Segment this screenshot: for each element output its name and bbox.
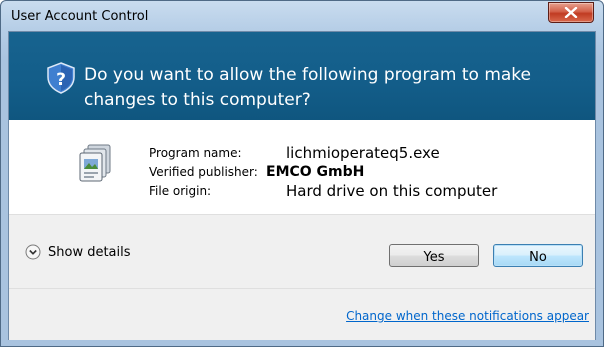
dialog-content: ? Do you want to allow the following pro… <box>8 31 596 340</box>
program-name-label: Program name: <box>149 146 242 160</box>
show-details-label: Show details <box>48 245 131 260</box>
footer: Change when these notifications appear <box>9 288 595 340</box>
window-title: User Account Control <box>11 9 149 24</box>
consent-question: Do you want to allow the following progr… <box>84 65 531 110</box>
no-button[interactable]: No <box>493 244 583 267</box>
file-origin-label: File origin: <box>149 184 212 198</box>
show-details-toggle[interactable]: Show details <box>25 244 175 264</box>
svg-text:?: ? <box>56 70 66 90</box>
program-name-value: lichmioperateq5.exe <box>286 144 440 162</box>
close-icon <box>564 7 578 18</box>
question-banner: ? Do you want to allow the following pro… <box>9 32 595 120</box>
action-bar: Show details Yes No <box>9 214 595 289</box>
file-origin-value: Hard drive on this computer <box>286 182 498 200</box>
uac-dialog: User Account Control ? Do you want to al… <box>0 0 604 347</box>
program-icon <box>79 144 111 182</box>
yes-button[interactable]: Yes <box>389 244 479 267</box>
close-button[interactable] <box>548 2 594 23</box>
program-details: Program name: lichmioperateq5.exe Verifi… <box>9 120 595 214</box>
chevron-down-icon <box>25 244 41 260</box>
title-bar[interactable]: User Account Control <box>1 1 603 31</box>
shield-question-icon: ? <box>47 62 75 94</box>
notification-settings-link[interactable]: Change when these notifications appear <box>346 309 589 323</box>
publisher-value: EMCO GmbH <box>266 164 365 180</box>
publisher-label: Verified publisher: <box>149 165 258 179</box>
